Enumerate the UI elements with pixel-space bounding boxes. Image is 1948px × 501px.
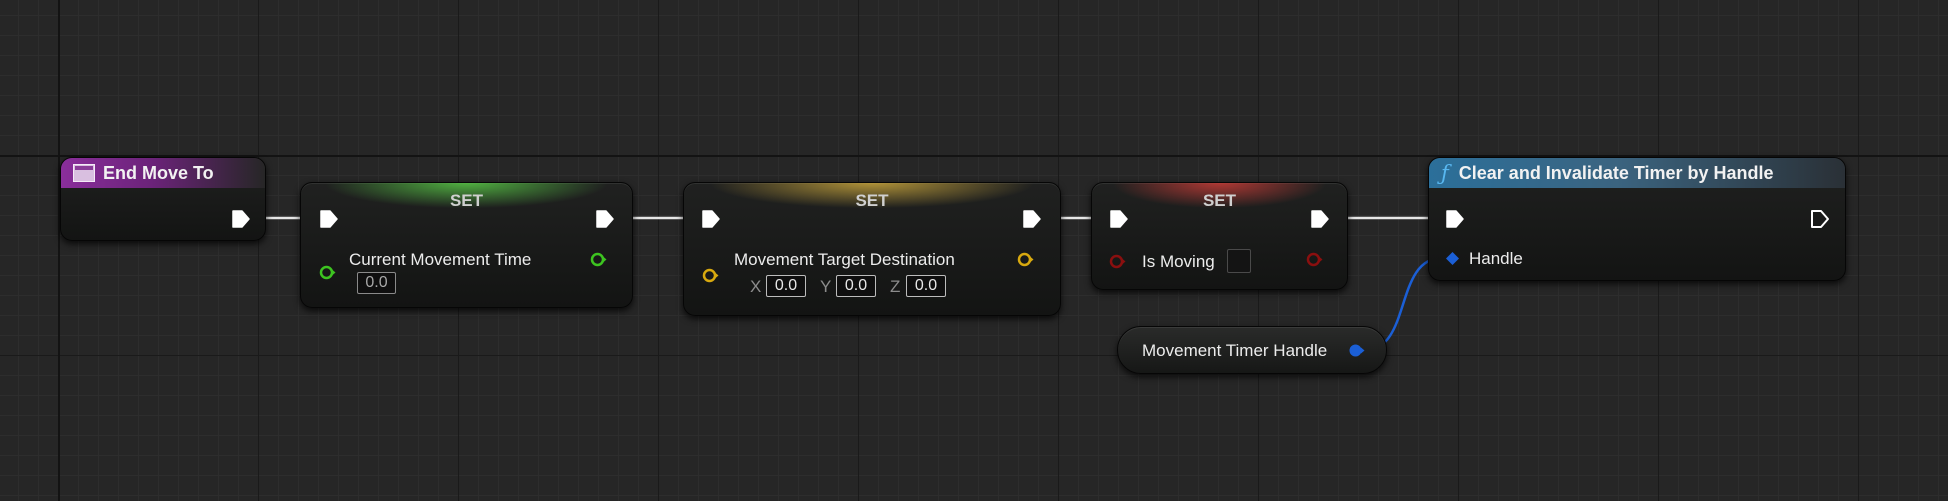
set-node-title: SET	[1102, 183, 1337, 219]
y-axis-label: Y	[820, 277, 832, 296]
event-node-title: End Move To	[103, 162, 214, 183]
is-moving-checkbox[interactable]	[1227, 249, 1251, 273]
exec-out-pin-icon[interactable]	[1022, 209, 1042, 229]
bool-input-pin-icon[interactable]	[1109, 253, 1126, 270]
event-node-header: End Move To	[61, 158, 265, 188]
set-node-title: SET	[311, 183, 622, 219]
variable-label: Current Movement Time	[349, 250, 532, 269]
exec-out-pin-icon[interactable]	[1810, 209, 1830, 229]
handle-input-label: Handle	[1469, 249, 1523, 268]
exec-in-pin-icon[interactable]	[319, 209, 339, 229]
exec-in-pin-icon[interactable]	[1109, 209, 1129, 229]
exec-out-pin-icon[interactable]	[231, 209, 251, 229]
exec-out-pin-icon[interactable]	[595, 209, 615, 229]
variable-label: Movement Target Destination	[734, 250, 955, 269]
set-node-movement-target-destination[interactable]: SET Movement Target Destination X 0.0 Y …	[683, 182, 1061, 316]
x-value-input[interactable]: 0.0	[766, 275, 806, 297]
set-node-is-moving[interactable]: SET Is Moving	[1091, 182, 1348, 290]
x-axis-label: X	[750, 277, 762, 296]
event-node-end-move-to[interactable]: End Move To	[60, 157, 266, 241]
variable-label: Is Moving	[1142, 252, 1215, 271]
variable-label: Movement Timer Handle	[1142, 341, 1328, 360]
set-node-current-movement-time[interactable]: SET Current Movement Time 0.0	[300, 182, 633, 308]
event-icon	[73, 164, 95, 182]
exec-in-pin-icon[interactable]	[701, 209, 721, 229]
handle-input-pin-icon[interactable]	[1444, 250, 1461, 267]
exec-out-pin-icon[interactable]	[1310, 209, 1330, 229]
function-node-title: Clear and Invalidate Timer by Handle	[1458, 162, 1774, 183]
float-value-input[interactable]: 0.0	[357, 272, 396, 294]
bool-output-pin-icon[interactable]	[1306, 251, 1323, 268]
get-node-movement-timer-handle[interactable]: Movement Timer Handle	[1117, 326, 1387, 374]
function-icon: ƒ	[1441, 161, 1449, 185]
exec-in-pin-icon[interactable]	[1445, 209, 1465, 229]
set-node-title: SET	[694, 183, 1050, 219]
vector-output-pin-icon[interactable]	[1017, 251, 1034, 268]
z-axis-label: Z	[890, 277, 901, 296]
function-node-clear-invalidate-timer[interactable]: ƒ Clear and Invalidate Timer by Handle H…	[1428, 157, 1846, 281]
float-output-pin-icon[interactable]	[590, 251, 607, 268]
function-node-header: ƒ Clear and Invalidate Timer by Handle	[1429, 158, 1845, 188]
y-value-input[interactable]: 0.0	[836, 275, 876, 297]
float-input-pin-icon[interactable]	[319, 264, 336, 281]
struct-output-pin-icon[interactable]	[1348, 342, 1365, 359]
z-value-input[interactable]: 0.0	[906, 275, 946, 297]
vector-input-pin-icon[interactable]	[702, 267, 719, 284]
